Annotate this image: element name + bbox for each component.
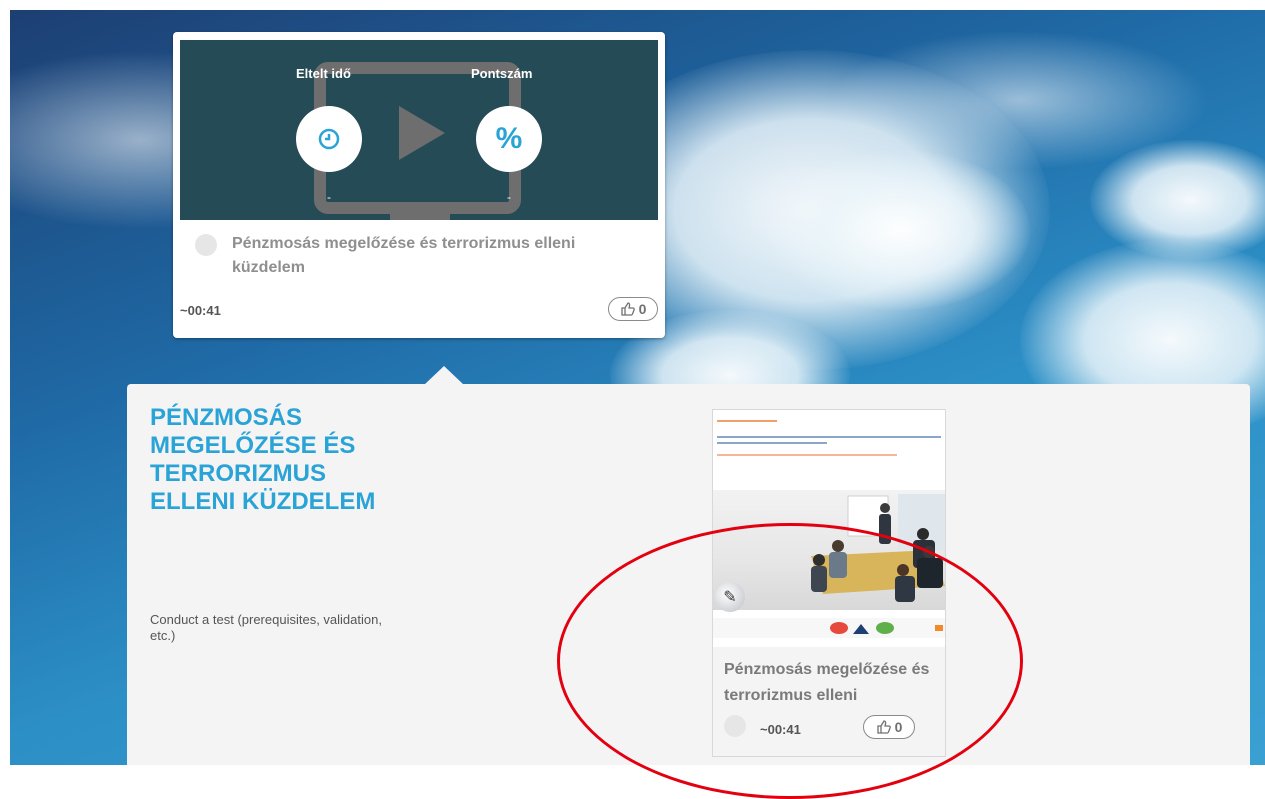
course-card[interactable]: Eltelt idő Pontszám % - - Pénzmosás mege… xyxy=(173,32,665,338)
activity-card[interactable]: ✎ Pénzmosás megelőzése és terrorizmus el… xyxy=(712,409,946,757)
play-icon xyxy=(399,106,445,160)
percent-icon: % xyxy=(495,122,523,155)
course-thumbnail[interactable]: Eltelt idő Pontszám % - - xyxy=(180,40,658,220)
activity-title[interactable]: Pénzmosás megelőzése és terrorizmus elle… xyxy=(724,657,934,709)
meeting-scene xyxy=(713,490,945,610)
activity-duration: ~00:41 xyxy=(760,722,801,737)
thumbs-up-icon xyxy=(620,302,635,316)
preview-toolbar xyxy=(713,618,945,638)
elapsed-time-badge xyxy=(296,106,362,172)
like-count: 0 xyxy=(638,301,647,317)
score-label: Pontszám xyxy=(471,66,533,81)
score-badge: % xyxy=(476,106,542,172)
course-detail-panel: PÉNZMOSÁS MEGELŐZÉSE ÉS TERRORIZMUS ELLE… xyxy=(127,384,1250,765)
like-button[interactable]: 0 xyxy=(863,715,915,739)
thumbs-up-icon xyxy=(876,720,891,734)
elapsed-time-label: Eltelt idő xyxy=(296,66,351,81)
course-duration: ~00:41 xyxy=(180,303,221,318)
detail-title: PÉNZMOSÁS MEGELŐZÉSE ÉS TERRORIZMUS ELLE… xyxy=(150,404,376,515)
elapsed-time-value: - xyxy=(327,190,331,204)
status-indicator xyxy=(195,234,217,256)
like-count: 0 xyxy=(894,719,903,735)
detail-pointer xyxy=(424,366,464,385)
activity-preview[interactable]: ✎ xyxy=(713,410,945,647)
pencil-icon: ✎ xyxy=(715,582,745,612)
score-value: - xyxy=(507,190,511,204)
detail-subtitle: Conduct a test (prerequisites, validatio… xyxy=(150,612,382,643)
background-sky: Eltelt idő Pontszám % - - Pénzmosás mege… xyxy=(10,10,1265,765)
like-button[interactable]: 0 xyxy=(608,297,658,321)
clock-icon xyxy=(318,128,340,150)
status-indicator xyxy=(724,715,746,737)
cloud xyxy=(770,150,1030,310)
course-title[interactable]: Pénzmosás megelőzése és terrorizmus elle… xyxy=(232,232,632,280)
